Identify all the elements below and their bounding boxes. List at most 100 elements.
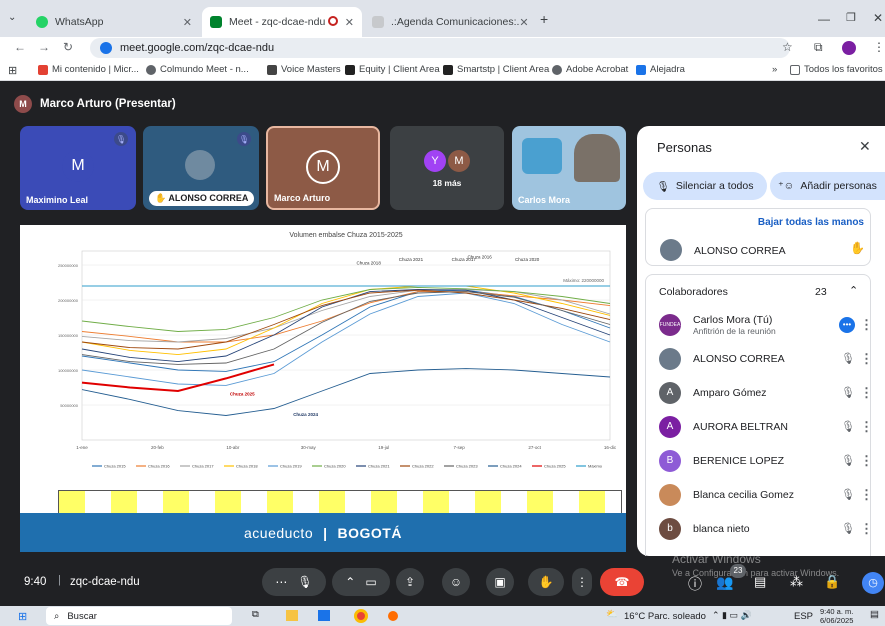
profile-avatar[interactable] [842, 41, 856, 55]
legend-label: Chuza 2021 [368, 464, 390, 469]
participant-row[interactable]: A AURORA BELTRAN 🎙 ⋮ [637, 410, 885, 443]
more-options-icon[interactable]: ⋮ [860, 521, 873, 537]
mic-button[interactable]: ⋯ 🎙 [262, 568, 326, 596]
activities-icon[interactable]: ⁂ [790, 574, 803, 590]
site-info-icon[interactable] [100, 42, 112, 54]
collapse-icon[interactable]: ⌃ [849, 284, 858, 297]
tab-list-button[interactable]: ⌄ [8, 12, 16, 23]
participant-row[interactable]: FUNDEA Carlos Mora (Tú) Anfitrión de la … [637, 308, 885, 341]
more-participants-tile[interactable]: Y M 18 más [390, 126, 504, 210]
chrome-icon[interactable] [354, 609, 368, 623]
participant-tile[interactable]: Carlos Mora [512, 126, 626, 210]
file-explorer-icon[interactable] [286, 610, 298, 621]
leave-call-button[interactable]: ☎ [600, 568, 644, 596]
lower-all-hands-link[interactable]: Bajar todas las manos [758, 217, 864, 228]
language-indicator[interactable]: ESP [794, 611, 813, 622]
more-options-button[interactable]: ⋮ [572, 568, 592, 596]
minimize-icon[interactable]: — [818, 12, 830, 26]
host-controls-icon[interactable]: 🔒 [824, 574, 840, 590]
more-count: 18 más [432, 178, 462, 188]
present-button[interactable]: ⇪ [396, 568, 424, 596]
tab-meet[interactable]: Meet - zqc-dcae-ndu ✕ [202, 7, 362, 37]
participant-row[interactable]: ALONSO CORREA 🎙 ⋮ [637, 342, 885, 375]
raise-hand-button[interactable]: ✋ [528, 568, 564, 596]
bookmark-star-icon[interactable]: ☆ [782, 40, 793, 54]
avatar: M [448, 150, 470, 172]
avatar: M [306, 150, 340, 184]
bookmark-item[interactable]: Smartstp | Client Area [443, 64, 549, 75]
bookmark-item[interactable]: Voice Masters [267, 64, 341, 75]
participant-name: Blanca cecilia Gomez [693, 488, 794, 501]
avatar: b [659, 517, 681, 540]
bookmark-item[interactable]: Adobe Acrobat [552, 64, 628, 75]
camera-button[interactable]: ⌃ ▭ [332, 568, 390, 596]
taskbar-search[interactable]: ⌕ Buscar [46, 607, 232, 625]
bookmarks-more[interactable]: » [772, 64, 777, 75]
raised-hand-icon[interactable]: ✋ [850, 241, 865, 255]
legend-label: Chuza 2018 [236, 464, 258, 469]
start-icon[interactable]: ⊞ [18, 610, 27, 623]
more-options-icon[interactable]: ⋮ [860, 351, 873, 367]
avatar: B [659, 449, 681, 472]
people-button[interactable]: 👥 [716, 574, 733, 591]
slide-banner: acueducto | BOGOTÁ [20, 513, 626, 552]
bookmarks-folder[interactable]: Todos los favoritos [790, 64, 883, 75]
captions-button[interactable]: ▣ [486, 568, 514, 596]
raised-hand-icon: ✋ [155, 193, 167, 203]
reload-icon[interactable]: ↻ [63, 40, 73, 54]
browser-menu-icon[interactable]: ⋮ [873, 40, 885, 54]
participant-name: Carlos Mora [518, 195, 571, 205]
outlook-icon[interactable] [318, 610, 330, 621]
bookmark-item[interactable]: Colmundo Meet - n... [146, 64, 249, 75]
apps-icon[interactable]: ⊞ [8, 64, 17, 77]
more-options-icon[interactable]: ⋮ [860, 317, 873, 333]
muted-mic-icon: 🎙 [841, 421, 855, 433]
mute-all-button[interactable]: 🎙 Silenciar a todos [643, 172, 767, 200]
notifications-icon[interactable]: ▤ [870, 609, 879, 620]
more-options-icon[interactable]: ⋮ [860, 487, 873, 503]
max-label: Máximo: 220000000 [563, 278, 604, 283]
x-tick-label: 7-sep [454, 445, 466, 450]
add-people-button[interactable]: ⁺☺ Añadir personas [770, 172, 885, 200]
clock[interactable]: 9:40 a. m. 6/06/2025 [820, 607, 853, 625]
close-tab-icon[interactable]: ✕ [345, 16, 354, 29]
avatar: FUNDEA [659, 313, 681, 336]
app-icon[interactable] [388, 611, 398, 621]
tab-whatsapp[interactable]: WhatsApp ✕ [28, 7, 200, 37]
chat-icon[interactable]: ▤ [754, 574, 766, 590]
maximize-icon[interactable]: ❐ [846, 11, 856, 24]
system-tray-icons[interactable]: ⌃ ▮ ▭ 🔊 [712, 610, 752, 621]
y-tick-label: 50000000 [60, 403, 79, 408]
bookmark-item[interactable]: Mi contenido | Micr... [38, 64, 139, 75]
bookmark-item[interactable]: Alejadra [636, 64, 685, 75]
close-icon[interactable]: ✕ [859, 138, 871, 155]
participant-tile[interactable]: M 🎙 Maximino Leal [20, 126, 136, 210]
participant-tile-speaking[interactable]: M Marco Arturo [266, 126, 380, 210]
participant-row[interactable]: b blanca nieto 🎙 ⋮ [637, 512, 885, 545]
participant-row[interactable]: B BERENICE LOPEZ 🎙 ⋮ [637, 444, 885, 477]
new-tab-button[interactable]: + [540, 11, 548, 27]
participant-tile[interactable]: 🎙 ✋ ALONSO CORREA [143, 126, 259, 210]
emoji-button[interactable]: ☺ [442, 568, 470, 596]
hand-icon: ✋ [538, 575, 554, 589]
forward-icon[interactable]: → [38, 40, 50, 54]
more-options-icon[interactable]: ⋮ [860, 385, 873, 401]
back-icon[interactable]: ← [14, 40, 26, 54]
close-window-icon[interactable]: ✕ [873, 11, 883, 25]
panel-title: Personas [657, 140, 712, 155]
close-tab-icon[interactable]: ✕ [519, 16, 528, 29]
extensions-icon[interactable]: ⧉ [814, 40, 823, 55]
tab-agenda[interactable]: .:Agenda Comunicaciones:. ✕ [364, 7, 532, 37]
omnibox[interactable]: meet.google.com/zqc-dcae-ndu [90, 38, 790, 58]
participant-row[interactable]: Blanca cecilia Gomez 🎙 ⋮ [637, 478, 885, 511]
participant-row[interactable]: A Amparo Gómez 🎙 ⋮ [637, 376, 885, 409]
more-options-icon[interactable]: ⋮ [860, 419, 873, 435]
info-icon[interactable]: ⓘ [688, 574, 702, 594]
bookmark-item[interactable]: Equity | Client Area [345, 64, 440, 75]
timer-icon[interactable]: ◷ [862, 572, 884, 594]
close-tab-icon[interactable]: ✕ [183, 16, 192, 29]
task-view-icon[interactable]: ⧉ [252, 609, 259, 620]
more-options-icon[interactable]: ⋮ [860, 453, 873, 469]
avatar: Y [424, 150, 446, 172]
meeting-code: zqc-dcae-ndu [70, 576, 140, 588]
